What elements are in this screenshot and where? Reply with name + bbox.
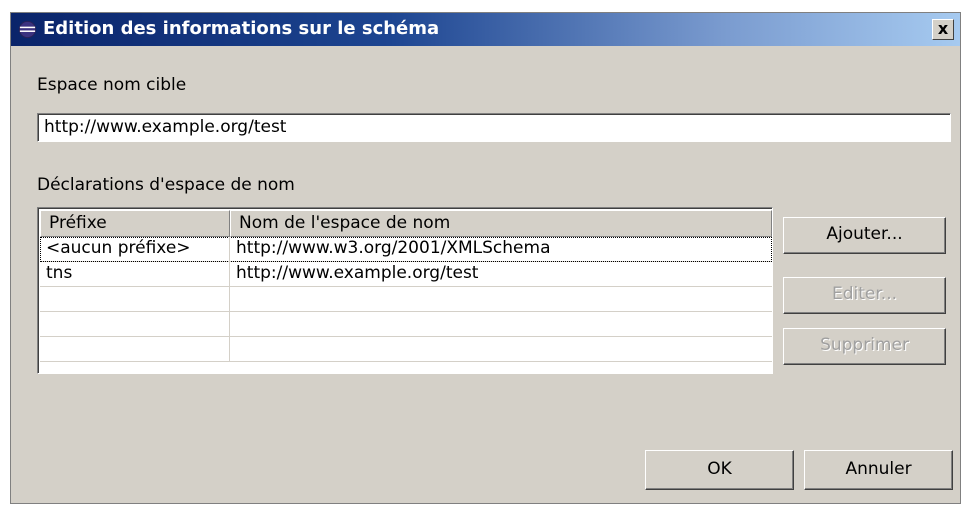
table-row[interactable] — [40, 337, 772, 362]
namespace-cell — [230, 337, 772, 362]
namespace-cell — [230, 312, 772, 337]
column-header-namespace[interactable]: Nom de l'espace de nom — [230, 210, 772, 237]
edit-button[interactable]: Editer... — [783, 277, 946, 314]
prefix-cell — [40, 312, 230, 337]
delete-button[interactable]: Supprimer — [783, 328, 946, 365]
title-bar[interactable]: Edition des informations sur le schéma x — [11, 13, 960, 46]
add-button[interactable]: Ajouter... — [783, 217, 946, 254]
table-row[interactable] — [40, 287, 772, 312]
target-namespace-input[interactable]: http://www.example.org/test — [37, 113, 951, 142]
prefix-cell: <aucun préfixe> — [40, 237, 230, 262]
prefix-cell: tns — [40, 262, 230, 287]
table-row[interactable] — [40, 312, 772, 337]
namespace-cell: http://www.w3.org/2001/XMLSchema — [236, 238, 551, 258]
dialog-title: Edition des informations sur le schéma — [43, 18, 440, 39]
table-header: Préfixe Nom de l'espace de nom — [40, 210, 772, 237]
table-row[interactable]: tns http://www.example.org/test — [40, 262, 772, 287]
close-button[interactable]: x — [932, 19, 954, 40]
prefix-cell — [40, 287, 230, 312]
cancel-button[interactable]: Annuler — [804, 450, 953, 490]
target-namespace-label: Espace nom cible — [37, 75, 187, 95]
ok-button[interactable]: OK — [645, 450, 794, 490]
namespace-cell: http://www.example.org/test — [236, 263, 479, 283]
namespace-cell — [230, 287, 772, 312]
namespace-table[interactable]: Préfixe Nom de l'espace de nom <aucun pr… — [37, 207, 773, 374]
eclipse-icon — [18, 20, 37, 39]
column-header-prefix[interactable]: Préfixe — [40, 210, 230, 237]
prefix-cell — [40, 337, 230, 362]
table-row[interactable]: <aucun préfixe> http://www.w3.org/2001/X… — [40, 237, 772, 262]
schema-info-dialog: Edition des informations sur le schéma x… — [10, 12, 961, 504]
declarations-label: Déclarations d'espace de nom — [37, 175, 295, 195]
